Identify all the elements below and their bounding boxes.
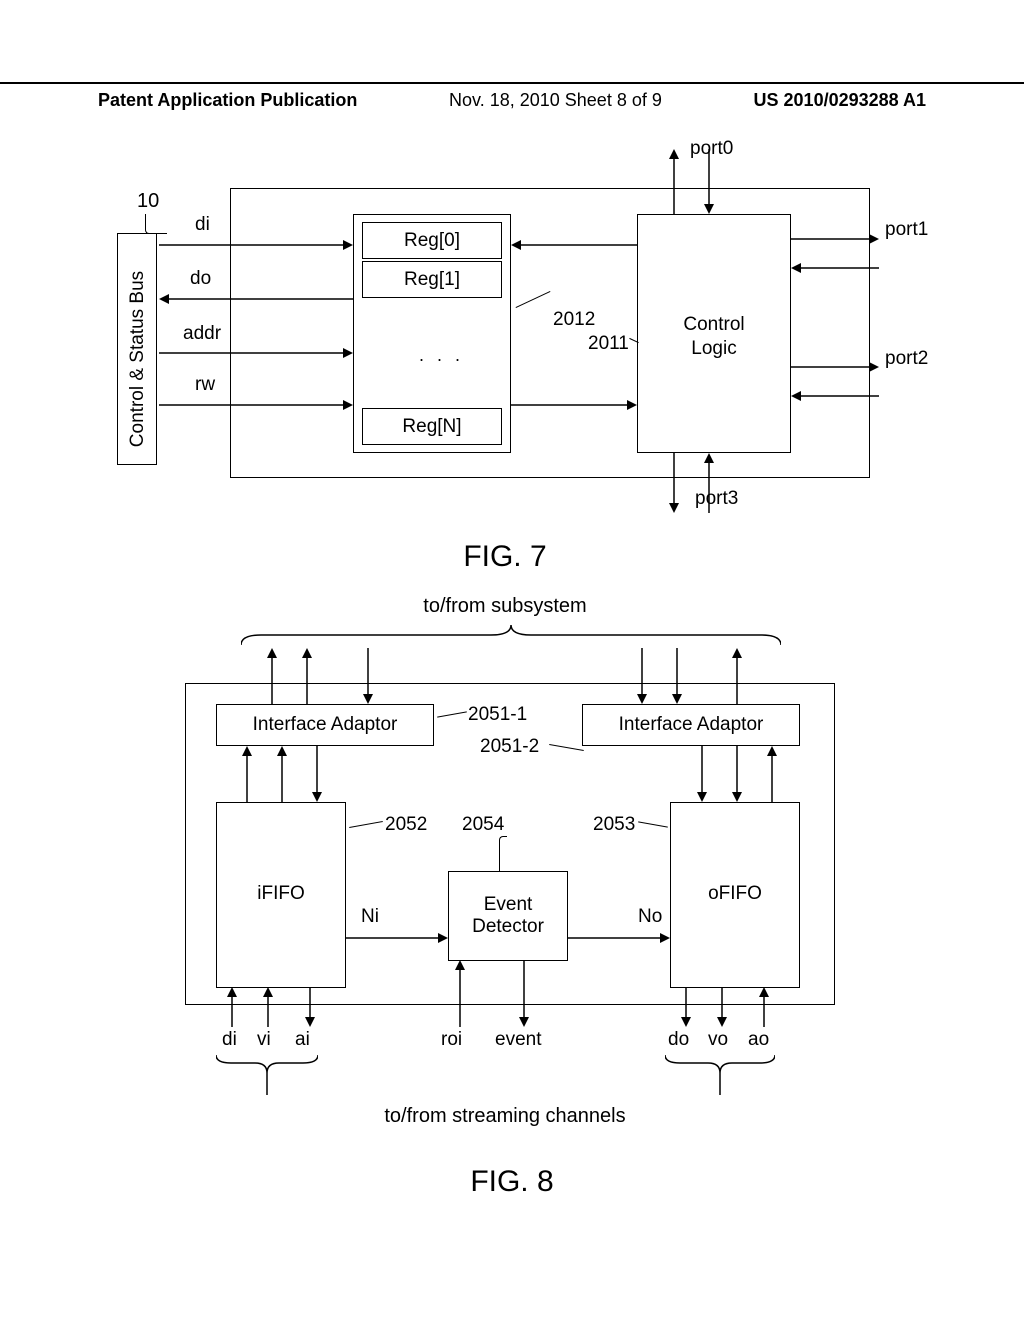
label-vi: vi xyxy=(257,1029,271,1051)
fig8-top-label: to/from subsystem xyxy=(95,595,915,618)
ref-10-leader xyxy=(145,214,167,234)
ref-2054-leader xyxy=(499,836,507,872)
label-vo: vo xyxy=(708,1029,728,1051)
arrow-rw xyxy=(159,399,353,411)
header-right: US 2010/0293288 A1 xyxy=(754,90,926,111)
reg-ellipsis: . . . xyxy=(419,345,464,366)
ofifo: oFIFO xyxy=(670,802,800,988)
ref-2051-2: 2051-2 xyxy=(480,736,539,758)
arrow-port1-in xyxy=(791,262,879,274)
ififo-evt xyxy=(346,932,448,944)
arrow-port3-out xyxy=(668,453,680,513)
fig8-main-block: Interface Adaptor Interface Adaptor 2051… xyxy=(185,683,835,1005)
ref-2012-leader xyxy=(516,291,551,308)
sig-addr: addr xyxy=(183,323,221,345)
ofifo-vo xyxy=(716,987,728,1027)
arrow-regs-ctrl-bottom xyxy=(511,399,637,411)
sig-di: di xyxy=(195,214,210,236)
ref-10: 10 xyxy=(137,190,159,213)
ififo-vi xyxy=(262,987,274,1027)
fig7-caption: FIG. 7 xyxy=(95,540,915,574)
reg-0: Reg[0] xyxy=(362,222,502,259)
ia2-top-2 xyxy=(671,648,683,704)
reg-n: Reg[N] xyxy=(362,408,502,445)
arrow-port2-out xyxy=(791,361,879,373)
ia2-ofifo-3 xyxy=(766,746,778,802)
ref-2051-2-leader xyxy=(549,744,584,751)
ofifo-ao xyxy=(758,987,770,1027)
brace-bottom-1-icon xyxy=(216,1053,318,1095)
sig-no: No xyxy=(638,906,662,928)
ia1-top-1 xyxy=(266,648,278,704)
ref-2053-leader xyxy=(638,821,668,827)
arrow-regs-ctrl-top xyxy=(511,239,637,251)
label-ai: ai xyxy=(295,1029,310,1051)
arrow-port0-out xyxy=(668,149,680,214)
ia1-top-2 xyxy=(301,648,313,704)
ia1-top-3 xyxy=(362,648,374,704)
event-detector: Event Detector xyxy=(448,871,568,961)
sig-ni: Ni xyxy=(361,906,379,928)
ref-2011: 2011 xyxy=(588,333,629,355)
sig-do: do xyxy=(190,268,211,290)
header-left: Patent Application Publication xyxy=(98,90,357,111)
ref-2053: 2053 xyxy=(593,814,635,836)
arrow-do xyxy=(159,293,353,305)
fig8-bottom-label: to/from streaming channels xyxy=(95,1105,915,1128)
ia2-top-3 xyxy=(731,648,743,704)
ref-2052: 2052 xyxy=(385,814,427,836)
bus-label: Control & Status Bus xyxy=(127,269,149,449)
ififo-ai xyxy=(304,987,316,1027)
page-header: Patent Application Publication Nov. 18, … xyxy=(0,82,1024,111)
header-center: Nov. 18, 2010 Sheet 8 of 9 xyxy=(449,90,662,111)
ia2-ofifo-1 xyxy=(696,746,708,802)
port2: port2 xyxy=(885,348,928,370)
ref-2051-1: 2051-1 xyxy=(468,704,527,726)
arrow-di xyxy=(159,239,353,251)
arrow-port1-out xyxy=(791,233,879,245)
ref-2012: 2012 xyxy=(553,309,595,331)
ref-2054: 2054 xyxy=(462,814,504,836)
ref-2052-leader xyxy=(349,821,383,828)
ref-2051-1-leader xyxy=(437,711,467,717)
label-ao: ao xyxy=(748,1029,769,1051)
brace-bottom-2-icon xyxy=(665,1053,775,1095)
figure-8: to/from subsystem Interface Adaptor Inte… xyxy=(95,595,915,1135)
ofifo-do xyxy=(680,987,692,1027)
label-do: do xyxy=(668,1029,689,1051)
reg-1: Reg[1] xyxy=(362,261,502,298)
evt-ofifo xyxy=(568,932,670,944)
label-event: event xyxy=(495,1029,541,1051)
interface-adaptor-1: Interface Adaptor xyxy=(216,704,434,746)
sig-rw: rw xyxy=(195,374,215,396)
register-file: Reg[0] Reg[1] . . . Reg[N] xyxy=(353,214,511,453)
port3: port3 xyxy=(695,488,738,510)
arrow-addr xyxy=(159,347,353,359)
arrow-port2-in xyxy=(791,390,879,402)
fig8-caption: FIG. 8 xyxy=(0,1165,1024,1199)
ia2-ofifo-2 xyxy=(731,746,743,802)
ia1-ififo-3 xyxy=(311,746,323,802)
ififo-di xyxy=(226,987,238,1027)
label-roi: roi xyxy=(441,1029,462,1051)
control-status-bus: Control & Status Bus xyxy=(117,233,157,465)
figure-7: 10 Control & Status Bus di do addr rw Re… xyxy=(95,140,915,540)
control-logic: Control Logic xyxy=(637,214,791,453)
ififo: iFIFO xyxy=(216,802,346,988)
evt-event xyxy=(518,960,530,1027)
port0: port0 xyxy=(690,138,733,160)
ia1-ififo-2 xyxy=(276,746,288,802)
evt-roi xyxy=(454,960,466,1027)
label-di: di xyxy=(222,1029,237,1051)
fig7-main-block: Reg[0] Reg[1] . . . Reg[N] 2012 Control … xyxy=(230,188,870,478)
port1: port1 xyxy=(885,219,928,241)
ia1-ififo-1 xyxy=(241,746,253,802)
ia2-top-1 xyxy=(636,648,648,704)
interface-adaptor-2: Interface Adaptor xyxy=(582,704,800,746)
brace-top-icon xyxy=(241,623,781,647)
